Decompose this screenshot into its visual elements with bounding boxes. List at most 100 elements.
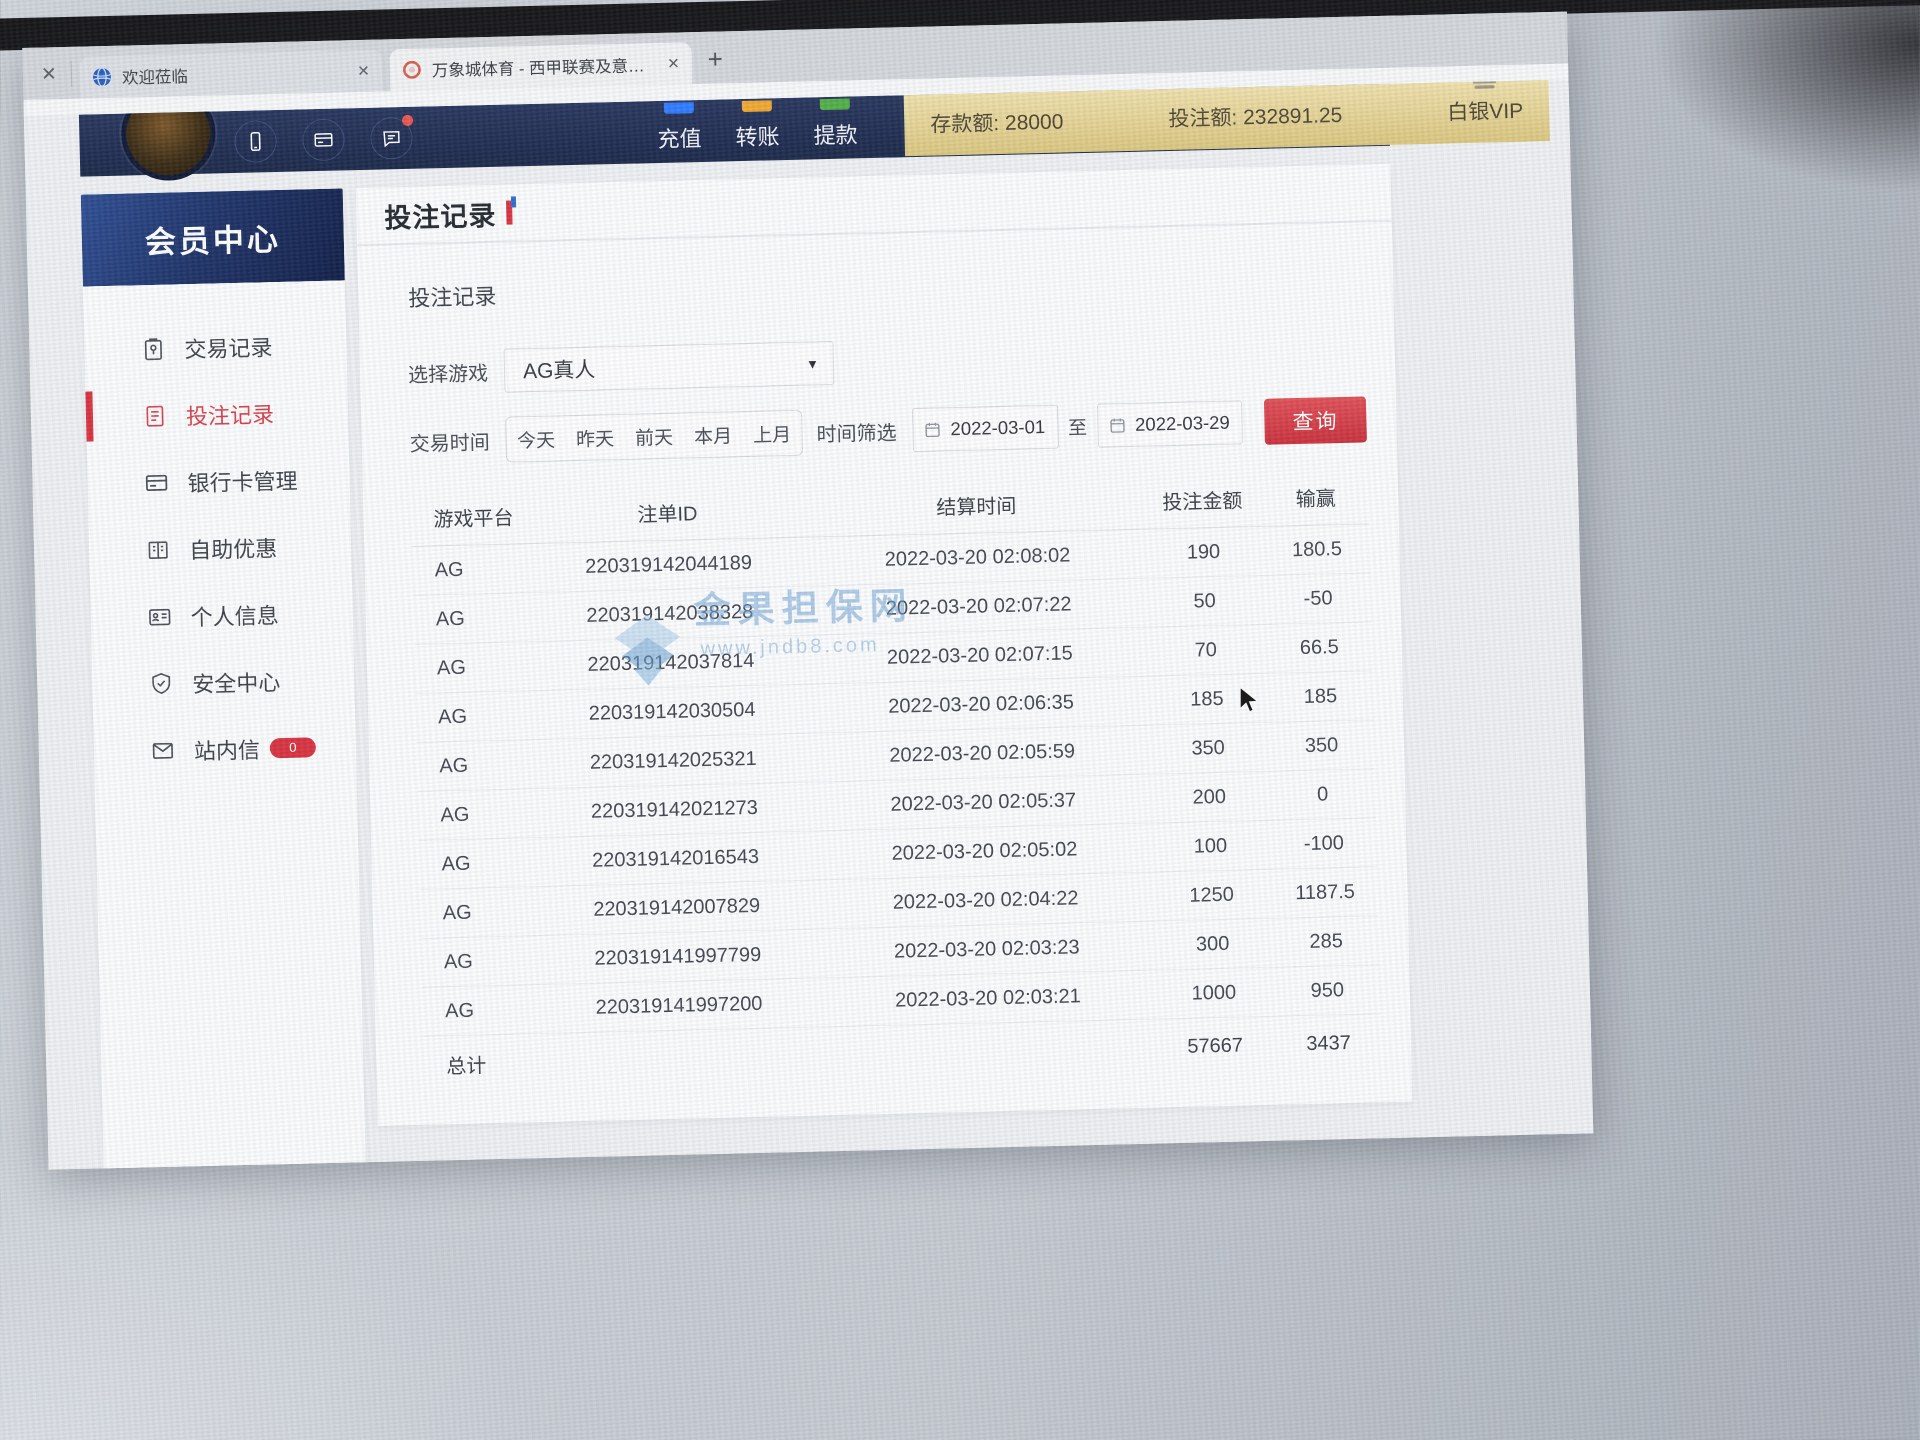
time-filter-row: 交易时间 今天 昨天 前天 本月 上月	[409, 396, 1367, 465]
cell-win-loss: -50	[1265, 586, 1371, 611]
cell-platform: AG	[419, 851, 532, 877]
document-icon	[142, 402, 169, 429]
sidebar-item[interactable]: 个人信息	[90, 578, 354, 651]
crown-icon	[1469, 80, 1500, 92]
tab-close-icon[interactable]: ✕	[667, 54, 680, 72]
cell-win-loss: 185	[1268, 684, 1374, 709]
cell-platform: AG	[423, 998, 536, 1024]
total-bet: 57667	[1154, 1034, 1277, 1060]
page-button[interactable]: 5	[943, 1156, 992, 1169]
col-header: 游戏平台	[411, 501, 524, 533]
cell-platform: AG	[412, 557, 525, 583]
quick-range-group: 今天 昨天 前天 本月 上月	[505, 410, 803, 463]
sidebar-item[interactable]: 银行卡管理	[87, 444, 351, 517]
cell-settle-time: 2022-03-20 02:07:22	[813, 591, 1143, 622]
page-button[interactable]: 4	[881, 1158, 930, 1170]
page-button[interactable]: 1	[695, 1162, 744, 1169]
cell-bet-amount: 1250	[1150, 882, 1273, 908]
cell-bet-amount: 1000	[1153, 980, 1276, 1006]
page-button[interactable]: 下	[1005, 1155, 1054, 1170]
browser-window: ✕ 欢迎莅临 ✕ 万象城体育 - 西甲联赛及意甲罗 ✕	[22, 12, 1593, 1170]
cell-bet-amount: 185	[1146, 686, 1269, 712]
sidebar-item[interactable]: 自助优惠	[88, 511, 352, 584]
browser-tab[interactable]: 万象城体育 - 西甲联赛及意甲罗 ✕	[389, 42, 692, 91]
cell-bet-amount: 100	[1149, 833, 1272, 859]
browser-tab[interactable]: 欢迎莅临 ✕	[79, 50, 382, 99]
sidebar-item[interactable]: 安全中心	[92, 645, 356, 718]
unread-badge: 0	[270, 737, 316, 758]
new-tab-icon[interactable]: +	[707, 45, 723, 71]
sidebar-item-label: 投注记录	[186, 397, 275, 431]
navbar-icon-button[interactable]	[234, 120, 277, 163]
page-button[interactable]: 尾	[1067, 1154, 1116, 1170]
chat-icon	[380, 127, 403, 150]
cell-win-loss: 285	[1273, 929, 1379, 954]
range-label: 时间筛选	[816, 416, 897, 447]
page-button[interactable]: 2	[757, 1161, 806, 1170]
cell-bet-amount: 350	[1147, 735, 1270, 761]
cell-win-loss: 1187.5	[1272, 880, 1378, 905]
cell-bet-amount: 50	[1143, 588, 1266, 614]
cell-settle-time: 2022-03-20 02:05:59	[817, 738, 1147, 769]
cell-win-loss: 0	[1270, 782, 1376, 807]
member-sidebar: 会员中心 交易记录 投注记录	[81, 188, 366, 1169]
page-title: 投注记录	[384, 193, 497, 235]
close-icon[interactable]: ✕	[41, 65, 57, 84]
quick-range-button[interactable]: 昨天	[565, 423, 625, 451]
search-button[interactable]: 查询	[1264, 396, 1367, 444]
monitor-screen: ✕ 欢迎莅临 ✕ 万象城体育 - 西甲联赛及意甲罗 ✕	[0, 0, 1920, 1259]
section-title: 投注记录	[408, 258, 1363, 312]
cell-settle-time: 2022-03-20 02:03:23	[822, 934, 1152, 965]
main-content: 投注记录 选择游戏 AG真人 ▼ 交易时间	[357, 222, 1415, 1170]
cell-settle-time: 2022-03-20 02:05:02	[819, 836, 1149, 867]
nav-link[interactable]: 充值	[657, 100, 702, 154]
sidebar-item-label: 个人信息	[190, 598, 279, 632]
nav-link[interactable]: 转账	[735, 98, 780, 152]
page-button[interactable]: 3	[819, 1159, 868, 1169]
id-card-icon	[146, 603, 173, 630]
tab-close-icon[interactable]: ✕	[357, 62, 370, 80]
cell-bet-id: 220319142030504	[528, 697, 816, 727]
date-from-input[interactable]: 2022-03-01	[912, 405, 1059, 452]
bet-amount: 投注额: 232891.25	[1168, 99, 1343, 133]
cell-bet-id: 220319141997799	[534, 942, 822, 972]
quick-range-button[interactable]: 今天	[506, 425, 566, 453]
sidebar-title: 会员中心	[81, 188, 345, 286]
calendar-icon	[923, 420, 941, 438]
navbar-icon-button[interactable]	[302, 118, 345, 161]
main-panel: 投注记录 投注记录 选择游戏 AG真人 ▼ 交易时	[356, 164, 1413, 1126]
cell-bet-id: 220319142038328	[526, 599, 814, 629]
cell-bet-amount: 190	[1142, 539, 1265, 565]
clipboard-icon	[140, 335, 167, 362]
date-to-input[interactable]: 2022-03-29	[1097, 400, 1244, 447]
sidebar-item[interactable]: 投注记录	[85, 377, 349, 450]
cell-platform: AG	[417, 753, 530, 779]
col-header: 投注金额	[1141, 484, 1264, 516]
cell-platform: AG	[422, 949, 535, 975]
game-select-value: AG真人	[523, 349, 807, 386]
quick-range-button[interactable]: 本月	[683, 421, 743, 449]
cell-settle-time: 2022-03-20 02:07:15	[815, 640, 1145, 671]
game-select[interactable]: AG真人 ▼	[503, 341, 834, 393]
cell-settle-time: 2022-03-20 02:06:35	[816, 689, 1146, 720]
cell-bet-id: 220319142021273	[530, 795, 818, 825]
nav-link[interactable]: 提款	[813, 96, 858, 150]
cell-settle-time: 2022-03-20 02:08:02	[812, 542, 1142, 573]
navbar-icon-button[interactable]	[370, 117, 413, 160]
coupon-icon	[145, 536, 172, 563]
quick-range-button[interactable]: 前天	[624, 422, 684, 450]
cell-platform: AG	[415, 655, 528, 681]
sidebar-item[interactable]: 交易记录	[84, 310, 348, 383]
title-accent-icon	[506, 200, 513, 224]
cell-bet-amount: 200	[1148, 784, 1271, 810]
pagination: 1 2 3 4 5 下 尾	[427, 1147, 1385, 1169]
cell-bet-id: 220319142007829	[532, 893, 820, 923]
sidebar-item[interactable]: 站内信 0	[93, 712, 357, 785]
cell-win-loss: 180.5	[1264, 537, 1370, 562]
sidebar-item-label: 安全中心	[192, 665, 281, 699]
cell-win-loss: 950	[1275, 978, 1381, 1003]
cell-bet-id: 220319142025321	[529, 746, 817, 776]
sidebar-item-label: 交易记录	[184, 330, 273, 364]
vip-level[interactable]: 白银VIP	[1447, 95, 1524, 127]
quick-range-button[interactable]: 上月	[742, 419, 802, 447]
